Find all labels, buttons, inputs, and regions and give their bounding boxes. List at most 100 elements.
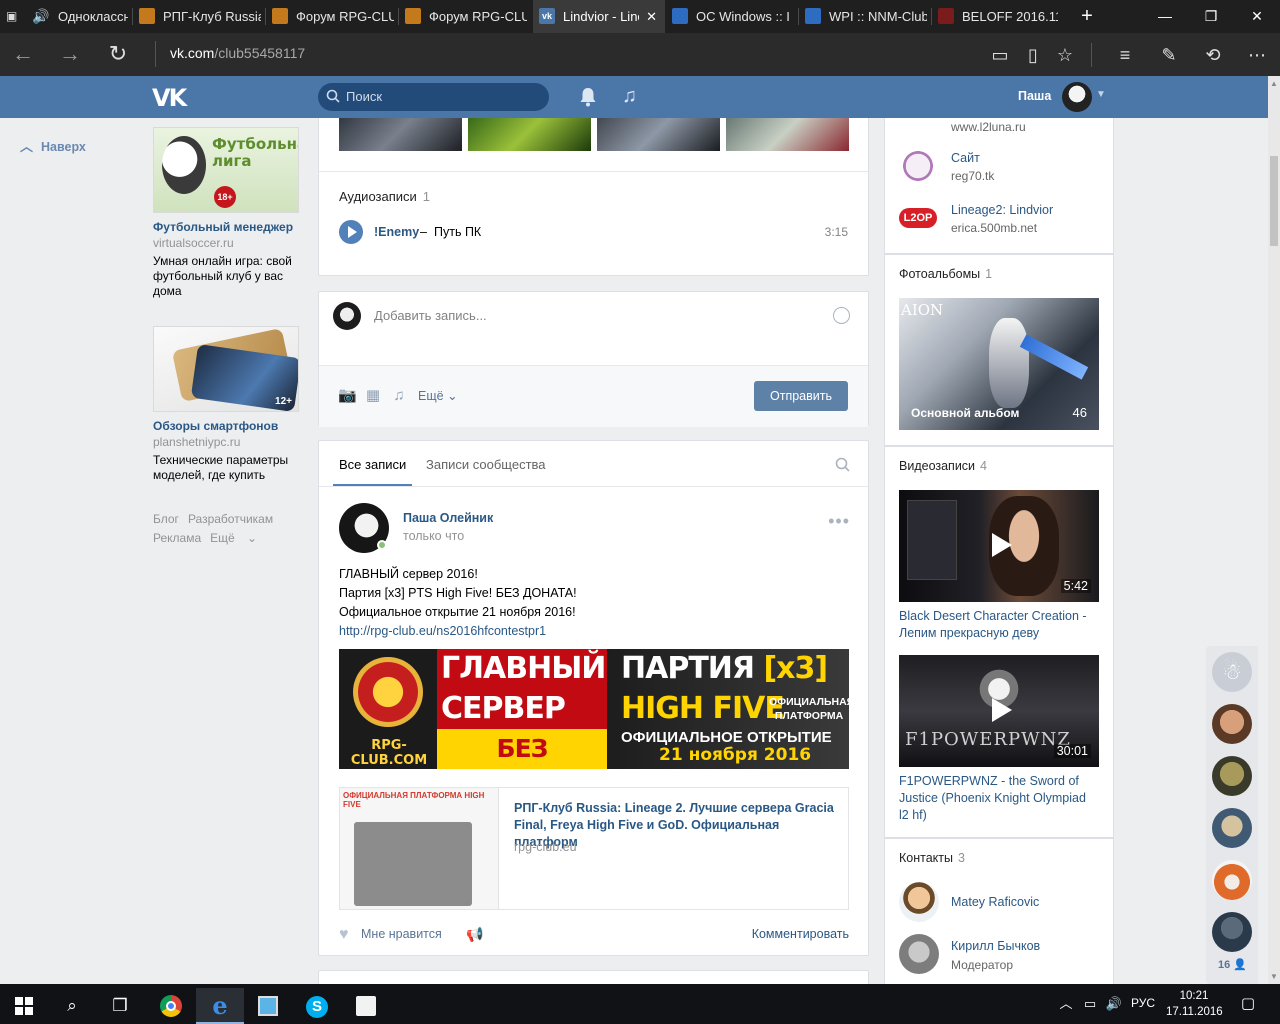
audio-artist[interactable]: !Enemy	[374, 225, 419, 239]
link-preview-card[interactable]: ОФИЦИАЛЬНАЯ ПЛАТФОРМА HIGH FIVE РПГ-Клуб…	[339, 787, 849, 910]
edge-icon[interactable]: e	[196, 988, 244, 1024]
post-input[interactable]: Добавить запись...	[374, 308, 487, 323]
avatar[interactable]	[899, 934, 939, 974]
send-button[interactable]: Отправить	[754, 381, 848, 411]
group-chat-icon[interactable]: ☃	[1212, 652, 1252, 692]
tab-wpi[interactable]: WPI :: NNM-Club	[799, 0, 931, 33]
tab-beloff[interactable]: BELOFF 2016.11	[932, 0, 1062, 33]
tab-rpg-club[interactable]: РПГ-Клуб Russia	[133, 0, 265, 33]
maximize-button[interactable]: ❐	[1188, 0, 1234, 33]
chat-avatar[interactable]	[1212, 808, 1252, 848]
page-scrollbar[interactable]: ▲ ▼	[1268, 76, 1280, 984]
link-title[interactable]: Lineage2: Lindvior	[951, 203, 1053, 217]
photo-thumb[interactable]	[339, 118, 462, 151]
post-author[interactable]: Паша Олейник	[403, 511, 493, 525]
web-note-icon[interactable]: ✎	[1157, 43, 1181, 67]
tab-lindvior[interactable]: vk Lindvior - Lineage ✕	[533, 0, 665, 33]
link-ads[interactable]: Реклама	[153, 531, 201, 545]
windows-start-icon[interactable]	[0, 988, 48, 1024]
ad-football[interactable]: Футбольная лига 18+ Футбольный менеджер …	[153, 127, 299, 299]
chevron-down-icon[interactable]: ▼	[1096, 89, 1106, 100]
heart-icon[interactable]: ♥	[339, 927, 355, 943]
like-button[interactable]: Мне нравится	[361, 927, 442, 941]
share-icon[interactable]: ⟲	[1201, 43, 1225, 67]
photo-thumb[interactable]	[726, 118, 849, 151]
tab-community-posts[interactable]: Записи сообщества	[426, 457, 546, 472]
comment-button[interactable]: Комментировать	[752, 927, 849, 941]
link-title[interactable]: Сайт	[951, 151, 980, 165]
search-input[interactable]: Поиск	[318, 83, 549, 111]
video-title[interactable]: F1POWERPWNZ - the Sword of Justice (Phoe…	[899, 773, 1099, 824]
play-icon[interactable]	[339, 220, 363, 244]
favorite-star-icon[interactable]: ☆	[1053, 43, 1077, 67]
minimize-button[interactable]: —	[1142, 0, 1188, 33]
audio-header[interactable]: Аудиозаписи 1	[339, 189, 430, 204]
video-thumbnail[interactable]: F1POWERPWNZ 30:01	[899, 655, 1099, 767]
ad-smartphones[interactable]: 12+ Обзоры смартфонов planshetniypc.ru Т…	[153, 326, 299, 483]
avatar[interactable]	[899, 882, 939, 922]
bell-icon[interactable]	[578, 86, 598, 108]
link-developers[interactable]: Разработчикам	[188, 512, 273, 526]
book-icon[interactable]: ▯	[1021, 43, 1045, 67]
video-title[interactable]: Black Desert Character Creation - Лепим …	[899, 608, 1099, 642]
tab-all-posts[interactable]: Все записи	[339, 457, 406, 472]
tab-windows[interactable]: ОС Windows :: I	[666, 0, 798, 33]
site-logo-icon[interactable]	[899, 147, 937, 185]
avatar[interactable]	[1062, 82, 1092, 112]
close-tab-icon[interactable]: ✕	[646, 0, 657, 33]
ad-title[interactable]: Обзоры смартфонов	[153, 419, 299, 433]
scroll-thumb[interactable]	[1270, 156, 1278, 246]
more-attachments-button[interactable]: Ещё ⌄	[418, 388, 458, 403]
more-icon[interactable]: ⋯	[1245, 43, 1269, 67]
chat-avatar[interactable]	[1212, 860, 1252, 900]
skype-icon[interactable]: S	[293, 988, 341, 1024]
forward-icon[interactable]: →	[55, 39, 85, 69]
chevron-up-icon[interactable]: ︿	[1056, 994, 1076, 1014]
speaker-icon[interactable]: 🔊	[32, 0, 49, 33]
link-blog[interactable]: Блог	[153, 512, 179, 526]
clock[interactable]: 10:21 17.11.2016	[1166, 988, 1223, 1020]
tool-icon[interactable]	[342, 988, 390, 1024]
reading-view-icon[interactable]: ▭	[988, 43, 1012, 67]
app-window-icon[interactable]	[244, 988, 292, 1024]
music-note-icon[interactable]: ♫	[390, 387, 408, 405]
header-user-name[interactable]: Паша	[1018, 89, 1051, 103]
search-icon[interactable]	[835, 457, 850, 472]
url-field[interactable]: vk.com/club55458117	[170, 45, 305, 61]
close-window-button[interactable]: ✕	[1234, 0, 1280, 33]
camera-icon[interactable]: 📷	[338, 387, 357, 405]
post-link[interactable]: http://rpg-club.eu/ns2016hfcontestpr1	[339, 622, 577, 641]
back-icon[interactable]: ←	[8, 39, 38, 69]
video-icon[interactable]: ▦	[364, 387, 382, 405]
photo-thumb[interactable]	[597, 118, 720, 151]
new-tab-button[interactable]: +	[1064, 0, 1110, 33]
megaphone-icon[interactable]: 📢	[466, 926, 483, 942]
notifications-icon[interactable]: ▢	[1238, 994, 1258, 1014]
vk-logo[interactable]: VK	[152, 84, 188, 112]
tab-forum-1[interactable]: Форум RPG-CLUB	[266, 0, 398, 33]
online-friends-count[interactable]: 16 👤	[1218, 958, 1247, 971]
photo-thumb[interactable]	[468, 118, 591, 151]
refresh-icon[interactable]: ↻	[103, 39, 133, 69]
contact-name[interactable]: Matey Raficovic	[951, 895, 1039, 909]
tab-forum-2[interactable]: Форум RPG-CLUB	[399, 0, 531, 33]
albums-header[interactable]: Фотоальбомы 1	[899, 267, 992, 281]
tab-odnoklassniki[interactable]: ▣ Одноклассники	[0, 0, 132, 33]
link-more[interactable]: Ещё ⌄	[210, 531, 266, 545]
network-icon[interactable]: ▭	[1080, 994, 1100, 1014]
chat-avatar[interactable]	[1212, 756, 1252, 796]
video-thumbnail[interactable]: 5:42	[899, 490, 1099, 602]
post-banner-image[interactable]: RPG-CLUB.COM ГЛАВНЫЙСЕРВЕР БЕЗ ДОНАТА ПА…	[339, 649, 849, 769]
ad-title[interactable]: Футбольный менеджер	[153, 220, 299, 234]
audio-title[interactable]: Путь ПК	[434, 225, 481, 239]
volume-icon[interactable]: 🔊	[1104, 994, 1124, 1014]
contacts-header[interactable]: Контакты 3	[899, 851, 965, 865]
smile-icon[interactable]	[833, 307, 850, 324]
more-options-icon[interactable]: •••	[828, 511, 850, 532]
chat-avatar[interactable]	[1212, 912, 1252, 952]
contact-name[interactable]: Кирилл Бычков	[951, 939, 1040, 953]
music-icon[interactable]: ♫	[622, 85, 642, 107]
back-to-top-link[interactable]: ︿ Наверх	[20, 136, 86, 155]
post-time[interactable]: только что	[403, 529, 464, 543]
chat-avatar[interactable]	[1212, 704, 1252, 744]
